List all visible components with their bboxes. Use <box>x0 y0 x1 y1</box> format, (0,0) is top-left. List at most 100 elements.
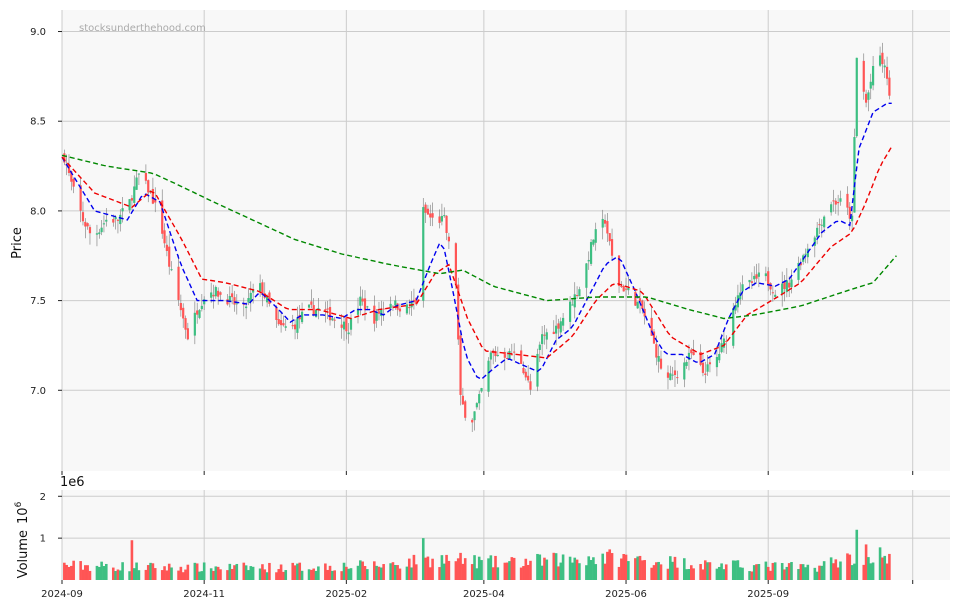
candle-up <box>95 233 99 235</box>
volume-bar-down <box>391 562 395 580</box>
volume-bar-down <box>84 565 87 580</box>
candle-down <box>522 367 525 374</box>
volume-bar-up <box>869 563 873 580</box>
volume-bar-up <box>198 571 201 580</box>
candle-down <box>151 188 154 204</box>
candle-down <box>527 375 530 381</box>
volume-bar-down <box>179 566 183 580</box>
volume-bar-up <box>578 563 581 580</box>
candle-up <box>545 332 548 340</box>
volume-bar-down <box>160 570 164 580</box>
candle-down <box>818 224 821 226</box>
volume-bar-up <box>128 571 131 580</box>
volume-bar-down <box>673 556 677 580</box>
volume-bar-up <box>296 563 299 580</box>
candle-up <box>496 354 499 356</box>
candle-up <box>571 304 574 306</box>
candle-down <box>431 213 434 218</box>
volume-bar-down <box>181 572 185 580</box>
volume-bar-down <box>676 567 679 580</box>
volume-bar-up <box>538 554 542 580</box>
candle-up <box>555 325 558 334</box>
volume-bar-up <box>202 562 206 580</box>
price-y-tick-label: 7.0 <box>30 386 46 397</box>
candle-up <box>380 309 383 317</box>
volume-bar-up <box>806 564 810 580</box>
candle-down <box>471 419 474 423</box>
volume-bar-up <box>349 568 353 580</box>
candle-up <box>394 300 397 306</box>
volume-bar-up <box>741 567 744 580</box>
volume-bar-down <box>724 564 728 580</box>
candle-down <box>529 381 532 390</box>
volume-bar-up <box>594 564 598 580</box>
candle-down <box>398 308 402 312</box>
volume-y-tick-label: 2 <box>40 492 46 503</box>
candle-up <box>489 352 492 360</box>
volume-bar-down <box>529 560 532 580</box>
volume-bar-up <box>265 572 269 580</box>
candle-down <box>130 198 134 201</box>
volume-bar-down <box>377 566 381 580</box>
candle-down <box>620 286 623 288</box>
price-panel <box>62 10 950 471</box>
volume-bar-down <box>146 565 150 580</box>
candle-up <box>585 263 588 288</box>
candle-up <box>440 215 444 222</box>
volume-bar-up <box>170 567 173 580</box>
volume-bar-up <box>883 555 887 580</box>
volume-bar-up <box>815 571 819 580</box>
candle-down <box>552 331 555 335</box>
volume-bar-up <box>850 565 854 580</box>
watermark-text: stocksunderthehood.com <box>79 23 206 34</box>
candle-up <box>300 311 304 323</box>
candle-down <box>543 334 546 336</box>
volume-bar-up <box>589 559 593 580</box>
x-tick-label: 2025-09 <box>747 589 789 600</box>
candle-down <box>279 320 283 326</box>
volume-bar-down <box>333 570 336 580</box>
volume-bar-up <box>797 569 800 580</box>
volume-bar-up <box>228 563 232 580</box>
volume-bar-down <box>750 571 754 580</box>
volume-bar-down <box>226 570 229 580</box>
volume-bar-down <box>603 563 607 580</box>
candle-down <box>767 271 770 285</box>
volume-bar-down <box>526 564 530 580</box>
candle-down <box>755 274 758 279</box>
volume-bar-down <box>184 569 187 580</box>
volume-bar-up <box>540 565 544 580</box>
candle-down <box>361 298 364 302</box>
volume-bar-down <box>503 562 507 580</box>
candle-up <box>475 403 478 408</box>
candle-down <box>163 230 166 244</box>
volume-bar-up <box>536 553 539 580</box>
candle-up <box>210 292 213 298</box>
volume-bar-down <box>324 563 327 580</box>
volume-bar-up <box>244 565 248 580</box>
candle-down <box>377 311 381 314</box>
candle-down <box>116 219 120 221</box>
volume-bar-up <box>757 564 761 580</box>
candle-up <box>839 198 842 202</box>
volume-bar-down <box>81 569 85 580</box>
volume-bar-down <box>312 568 316 580</box>
volume-bar-down <box>652 565 656 580</box>
candle-down <box>704 373 707 375</box>
volume-bar-up <box>748 571 751 580</box>
price-y-tick-label: 8.5 <box>30 117 46 128</box>
volume-bar-down <box>699 564 702 580</box>
volume-bar-down <box>438 567 441 580</box>
candle-down <box>324 309 327 311</box>
volume-bar-up <box>137 570 141 580</box>
candle-up <box>307 304 311 308</box>
volume-bar-down <box>261 564 264 580</box>
candle-down <box>147 180 150 193</box>
candle-up <box>247 298 250 303</box>
candle-up <box>349 318 353 330</box>
volume-bar-down <box>494 555 497 580</box>
volume-bar-up <box>314 570 318 580</box>
candle-up <box>790 279 793 288</box>
candle-down <box>676 377 679 379</box>
volume-bar-up <box>317 566 320 580</box>
